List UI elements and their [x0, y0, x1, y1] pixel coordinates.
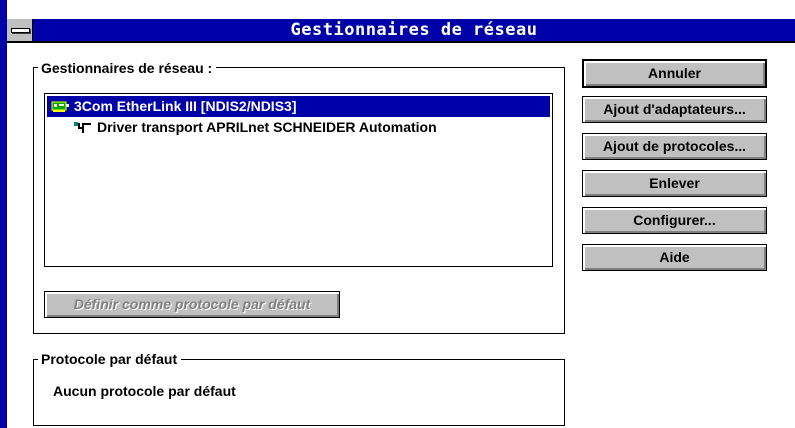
cancel-button[interactable]: Annuler	[582, 59, 767, 88]
remove-button[interactable]: Enlever	[582, 170, 767, 197]
help-label: Aide	[659, 249, 690, 265]
default-protocol-value: Aucun protocole par défaut	[53, 383, 236, 399]
system-menu-button[interactable]	[7, 19, 33, 41]
protocol-label: Driver transport APRILnet SCHNEIDER Auto…	[97, 119, 437, 135]
default-protocol-group-label: Protocole par défaut	[38, 351, 182, 367]
set-default-protocol-button[interactable]: Définir comme protocole par défaut	[44, 291, 340, 318]
list-item-adapter[interactable]: 3Com EtherLink III [NDIS2/NDIS3]	[47, 96, 550, 117]
drivers-group-label: Gestionnaires de réseau :	[38, 60, 217, 76]
add-adapter-label: Ajout d'adaptateurs...	[603, 101, 746, 117]
set-default-protocol-label: Définir comme protocole par défaut	[73, 296, 311, 312]
add-protocol-button[interactable]: Ajout de protocoles...	[582, 133, 767, 160]
configure-label: Configurer...	[633, 212, 716, 228]
add-adapter-button[interactable]: Ajout d'adaptateurs...	[582, 96, 767, 123]
list-item-protocol[interactable]: Driver transport APRILnet SCHNEIDER Auto…	[47, 117, 550, 138]
system-menu-icon	[11, 28, 30, 33]
network-adapter-icon	[51, 101, 69, 112]
help-button[interactable]: Aide	[582, 244, 767, 271]
adapter-label: 3Com EtherLink III [NDIS2/NDIS3]	[74, 98, 297, 114]
window-title: Gestionnaires de réseau	[290, 20, 538, 40]
drivers-listbox[interactable]: 3Com EtherLink III [NDIS2/NDIS3] Driver …	[44, 93, 553, 267]
add-protocol-label: Ajout de protocoles...	[602, 138, 747, 154]
protocol-icon	[74, 122, 91, 133]
cancel-label: Annuler	[648, 65, 701, 81]
configure-button[interactable]: Configurer...	[582, 207, 767, 234]
remove-label: Enlever	[649, 175, 700, 191]
